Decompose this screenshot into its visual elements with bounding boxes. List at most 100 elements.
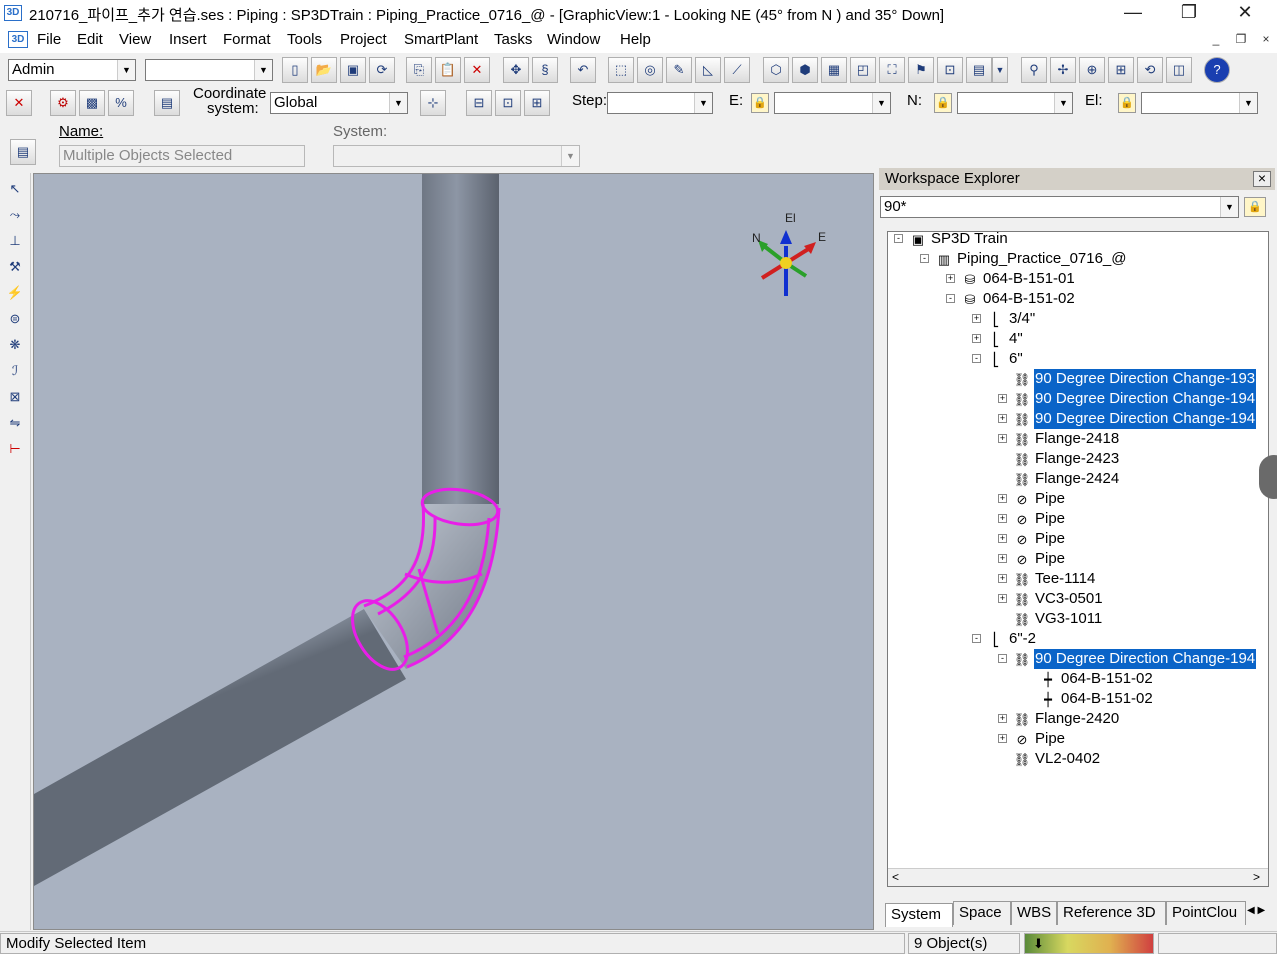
view-cube-icon[interactable]: ⬡ bbox=[763, 57, 789, 83]
plane-yz-icon[interactable]: ⊡ bbox=[495, 90, 521, 116]
fit-icon[interactable]: ⛶ bbox=[879, 57, 905, 83]
zoom-area-icon[interactable]: ⊕ bbox=[1079, 57, 1105, 83]
insert-tap-icon[interactable]: ⚡ bbox=[4, 282, 26, 304]
view-iso-icon[interactable]: ⬢ bbox=[792, 57, 818, 83]
insert-support-icon[interactable]: ⊜ bbox=[4, 308, 26, 330]
panel-collapse-handle[interactable] bbox=[1259, 455, 1277, 499]
tab-system[interactable]: System bbox=[885, 903, 953, 927]
graphic-view[interactable]: El N E bbox=[33, 173, 874, 930]
coordinate-system-select[interactable]: Global ▼ bbox=[270, 92, 408, 114]
vertical-pipe[interactable] bbox=[422, 174, 499, 504]
zoom-fit-icon[interactable]: ⊞ bbox=[1108, 57, 1134, 83]
measure-icon[interactable]: ◎ bbox=[637, 57, 663, 83]
pan-icon[interactable]: ✢ bbox=[1050, 57, 1076, 83]
settings-icon[interactable]: ▤ bbox=[154, 90, 180, 116]
chevron-down-icon[interactable]: ▼ bbox=[992, 57, 1008, 83]
menu-view[interactable]: View bbox=[119, 31, 151, 48]
tree-node-label[interactable]: Flange-2420 bbox=[1034, 709, 1120, 729]
insert-split-icon[interactable]: ℐ bbox=[4, 360, 26, 382]
menu-project[interactable]: Project bbox=[340, 31, 387, 48]
tree-node-label[interactable]: 90 Degree Direction Change-194 bbox=[1034, 409, 1257, 429]
paste-icon[interactable]: 📋 bbox=[435, 57, 461, 83]
scroll-left-icon[interactable]: < bbox=[892, 870, 899, 884]
tree-node-label[interactable]: Piping_Practice_0716_@ bbox=[956, 249, 1128, 269]
view-box-icon[interactable]: ◰ bbox=[850, 57, 876, 83]
lock-e-icon[interactable]: 🔒 bbox=[751, 93, 769, 113]
rotate-view-icon[interactable]: ⟲ bbox=[1137, 57, 1163, 83]
menu-tools[interactable]: Tools bbox=[287, 31, 322, 48]
tab-pointcloud[interactable]: PointClou bbox=[1166, 901, 1246, 925]
diagonal-pipe[interactable] bbox=[34, 609, 406, 886]
tab-reference-3d[interactable]: Reference 3D bbox=[1057, 901, 1166, 925]
tree-node-label[interactable]: Pipe bbox=[1034, 549, 1066, 569]
lock-el-icon[interactable]: 🔒 bbox=[1118, 93, 1136, 113]
permission-group-select[interactable]: Admin ▼ bbox=[8, 59, 136, 81]
expand-icon[interactable]: + bbox=[998, 574, 1007, 583]
menu-insert[interactable]: Insert bbox=[169, 31, 207, 48]
tree-node-label[interactable]: VL2-0402 bbox=[1034, 749, 1101, 769]
tree-node-label[interactable]: 4" bbox=[1008, 329, 1024, 349]
mdi-close-button[interactable]: × bbox=[1257, 32, 1275, 48]
named-view-icon[interactable]: ◫ bbox=[1166, 57, 1192, 83]
new-file-icon[interactable]: ▯ bbox=[282, 57, 308, 83]
tree-node-label[interactable]: VG3-1011 bbox=[1034, 609, 1103, 629]
properties-icon[interactable]: ⚙ bbox=[50, 90, 76, 116]
slope-icon[interactable]: % bbox=[108, 90, 134, 116]
link-icon[interactable]: § bbox=[532, 57, 558, 83]
edit-icon[interactable]: ✎ bbox=[666, 57, 692, 83]
tree-node-label[interactable]: Pipe bbox=[1034, 729, 1066, 749]
clip-icon[interactable]: ⊡ bbox=[937, 57, 963, 83]
undo-icon[interactable]: ↶ bbox=[570, 57, 596, 83]
collapse-icon[interactable]: - bbox=[998, 654, 1007, 663]
flag-icon[interactable]: ⚑ bbox=[908, 57, 934, 83]
menu-edit[interactable]: Edit bbox=[77, 31, 103, 48]
minimize-button[interactable]: — bbox=[1110, 0, 1156, 27]
spec-icon[interactable]: ▩ bbox=[79, 90, 105, 116]
render-icon[interactable]: ▤ bbox=[966, 57, 992, 83]
lock-n-icon[interactable]: 🔒 bbox=[934, 93, 952, 113]
lock-filter-icon[interactable]: 🔒 bbox=[1244, 197, 1266, 217]
delete-icon[interactable]: ✕ bbox=[464, 57, 490, 83]
mdi-restore-button[interactable]: ❐ bbox=[1232, 32, 1250, 48]
close-icon[interactable]: × bbox=[1253, 171, 1271, 187]
help-icon[interactable]: ? bbox=[1204, 57, 1230, 83]
expand-icon[interactable]: + bbox=[998, 534, 1007, 543]
select-arrow-icon[interactable]: ↖ bbox=[4, 178, 26, 200]
menu-smartplant[interactable]: SmartPlant bbox=[404, 31, 478, 48]
mdi-minimize-button[interactable]: _ bbox=[1207, 32, 1225, 48]
tree-node-label[interactable]: 90 Degree Direction Change-193 bbox=[1034, 369, 1257, 389]
open-folder-icon[interactable]: 📂 bbox=[311, 57, 337, 83]
tree-node-label[interactable]: 064-B-151-01 bbox=[982, 269, 1076, 289]
tab-scroll-arrows[interactable]: ◀ ▶ bbox=[1247, 905, 1275, 923]
plane-zx-icon[interactable]: ⊞ bbox=[524, 90, 550, 116]
expand-icon[interactable]: + bbox=[998, 434, 1007, 443]
tree-node-label[interactable]: 3/4" bbox=[1008, 309, 1036, 329]
restore-button[interactable]: ❐ bbox=[1166, 0, 1212, 27]
expand-icon[interactable]: + bbox=[998, 514, 1007, 523]
collapse-icon[interactable]: - bbox=[920, 254, 929, 263]
expand-icon[interactable]: + bbox=[998, 714, 1007, 723]
collapse-icon[interactable]: - bbox=[946, 294, 955, 303]
tree-node-label[interactable]: 064-B-151-02 bbox=[1060, 669, 1154, 689]
menu-help[interactable]: Help bbox=[620, 31, 651, 48]
copy-icon[interactable]: ⎘ bbox=[406, 57, 432, 83]
insert-component-icon[interactable]: ⊥ bbox=[4, 230, 26, 252]
tab-wbs[interactable]: WBS bbox=[1011, 901, 1057, 925]
expand-icon[interactable]: + bbox=[946, 274, 955, 283]
expand-icon[interactable]: + bbox=[998, 494, 1007, 503]
expand-icon[interactable]: + bbox=[998, 394, 1007, 403]
save-icon[interactable]: ▣ bbox=[340, 57, 366, 83]
collapse-icon[interactable]: - bbox=[972, 634, 981, 643]
tree-node-label[interactable]: 064-B-151-02 bbox=[982, 289, 1076, 309]
insert-feature-icon[interactable]: ❋ bbox=[4, 334, 26, 356]
tree-node-label[interactable]: 90 Degree Direction Change-194 bbox=[1034, 389, 1257, 409]
tree-node-label[interactable]: VC3-0501 bbox=[1034, 589, 1104, 609]
menu-file[interactable]: File bbox=[37, 31, 61, 48]
expand-icon[interactable]: + bbox=[972, 314, 981, 323]
tree-node-label[interactable]: Pipe bbox=[1034, 489, 1066, 509]
name-field[interactable]: Multiple Objects Selected bbox=[59, 145, 305, 167]
insert-instrument-icon[interactable]: ⊠ bbox=[4, 386, 26, 408]
document-icon[interactable]: 3D bbox=[8, 31, 28, 48]
n-coordinate-input[interactable]: ▼ bbox=[957, 92, 1073, 114]
tab-space[interactable]: Space bbox=[953, 901, 1011, 925]
